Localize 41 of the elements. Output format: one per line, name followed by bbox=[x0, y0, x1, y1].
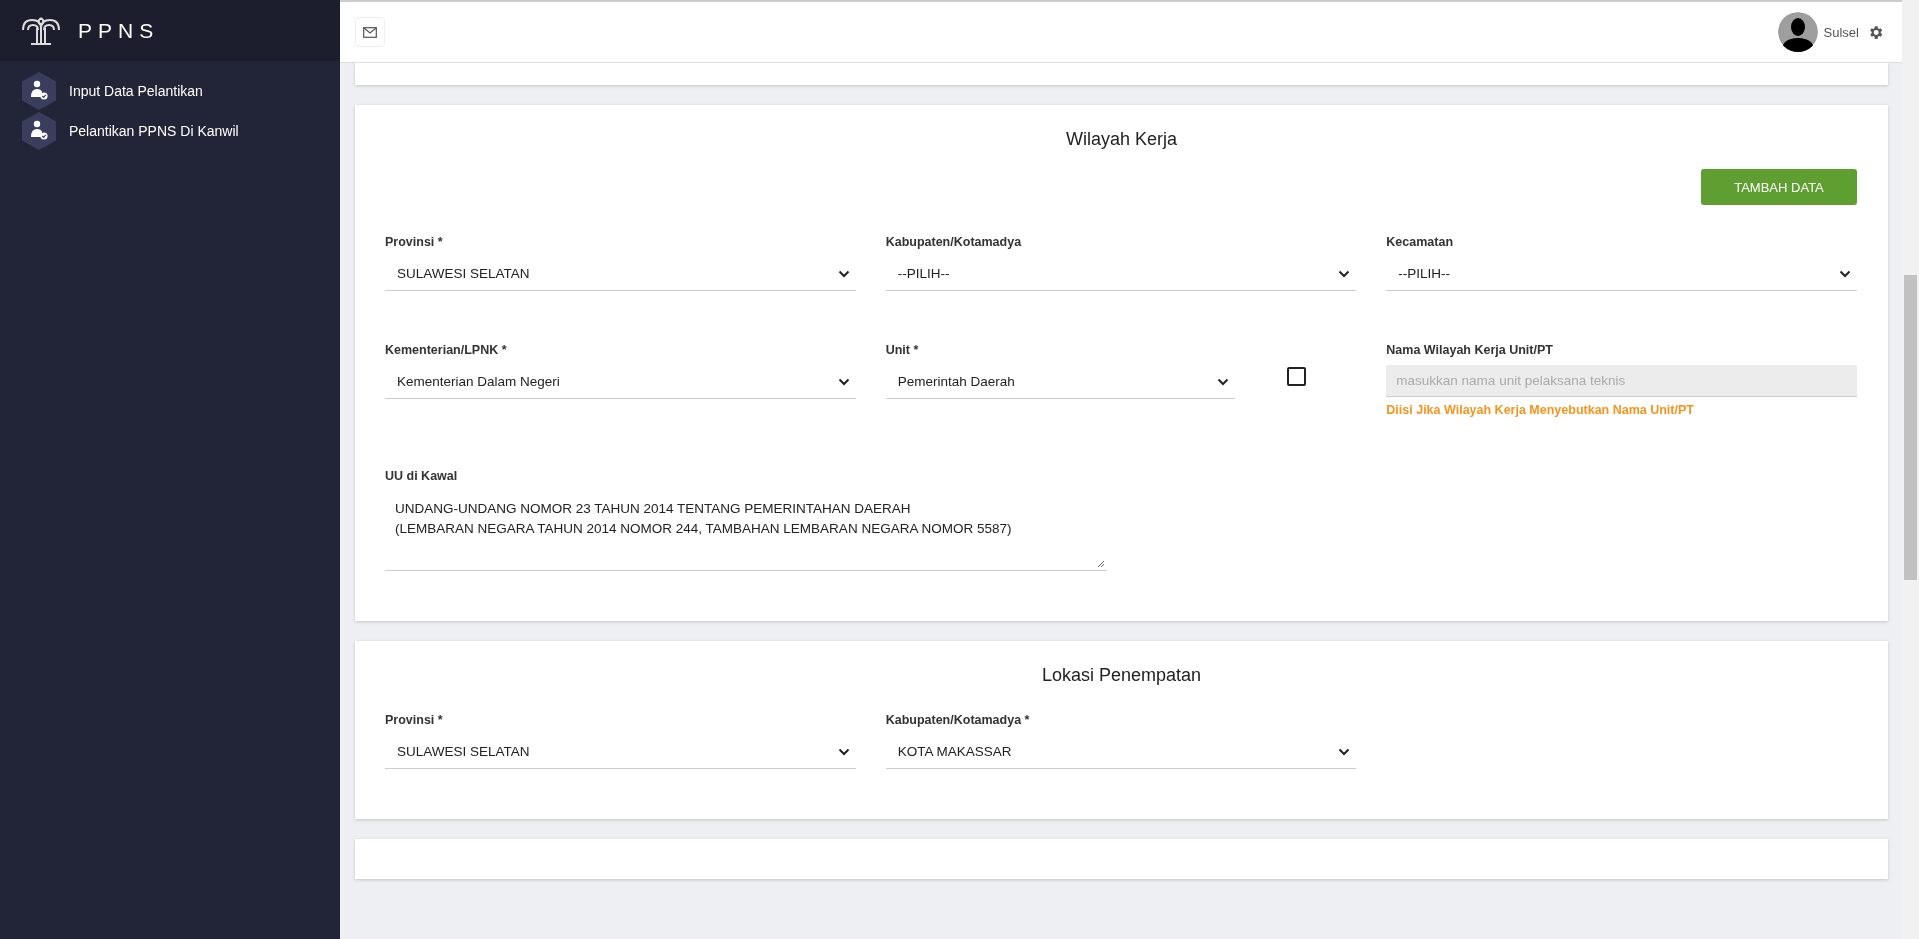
chevron-down-icon bbox=[837, 269, 850, 278]
field-label: Kecamatan bbox=[1386, 235, 1455, 249]
select-field[interactable]: SULAWESI SELATAN bbox=[385, 257, 856, 291]
field-label: Provinsi * bbox=[385, 235, 444, 249]
checkbox[interactable] bbox=[1287, 366, 1307, 386]
user-name[interactable]: Sulsel bbox=[1823, 24, 1859, 40]
field-label: Provinsi * bbox=[385, 713, 444, 727]
brand-name: PPNS bbox=[78, 18, 160, 43]
field-label: Kementerian/LPNK * bbox=[385, 343, 508, 357]
chevron-down-icon bbox=[1338, 269, 1351, 278]
section-title: Wilayah Kerja bbox=[1064, 128, 1178, 151]
resize-grip-icon bbox=[1097, 560, 1105, 568]
envelope-icon bbox=[363, 26, 377, 38]
select-field[interactable]: SULAWESI SELATAN bbox=[385, 735, 856, 769]
chevron-down-icon bbox=[837, 377, 850, 386]
logo-icon bbox=[20, 15, 62, 46]
text-area[interactable]: UNDANG-UNDANG NOMOR 23 TAHUN 2014 TENTANG PEMERINTAHAN DAERAH (LEMBARAN NEGARA TAHUN 2014 NOMOR 244, TAMBAHAN LEMBARAN NEGARA NOMOR 5587) bbox=[385, 491, 1107, 571]
select-field[interactable]: Kementerian Dalam Negeri bbox=[385, 365, 856, 399]
user-check-icon bbox=[19, 71, 59, 111]
select-field[interactable]: Pemerintah Daerah bbox=[885, 365, 1236, 399]
select-field[interactable]: --PILIH-- bbox=[885, 257, 1357, 291]
field-label: Kabupaten/Kotamadya * bbox=[885, 713, 1031, 727]
help-text: Diisi Jika Wilayah Kerja Menyebutkan Nama Unit/PT bbox=[1386, 403, 1695, 417]
sidebar-item[interactable]: Input Data Pelantikan bbox=[0, 71, 340, 111]
select-field[interactable]: KOTA MAKASSAR bbox=[885, 735, 1357, 769]
section-title: Lokasi Penempatan bbox=[1040, 664, 1203, 687]
user-check-icon bbox=[19, 111, 59, 151]
chevron-down-icon bbox=[837, 747, 850, 756]
settings-button[interactable] bbox=[1867, 23, 1884, 41]
select-field[interactable]: --PILIH-- bbox=[1386, 257, 1857, 291]
avatar-icon bbox=[1777, 12, 1818, 52]
chevron-down-icon bbox=[1217, 377, 1230, 386]
settings-icon bbox=[1867, 23, 1884, 41]
field-label: Unit * bbox=[885, 343, 920, 357]
chevron-down-icon bbox=[1338, 747, 1351, 756]
field-label: UU di Kawal bbox=[385, 469, 459, 483]
mail-button[interactable] bbox=[355, 17, 385, 47]
field-label: Kabupaten/Kotamadya bbox=[885, 235, 1023, 249]
field-label: Nama Wilayah Kerja Unit/PT bbox=[1386, 343, 1554, 357]
chevron-down-icon bbox=[1839, 269, 1851, 278]
sidebar-item[interactable]: Pelantikan PPNS Di Kanwil bbox=[0, 111, 340, 151]
